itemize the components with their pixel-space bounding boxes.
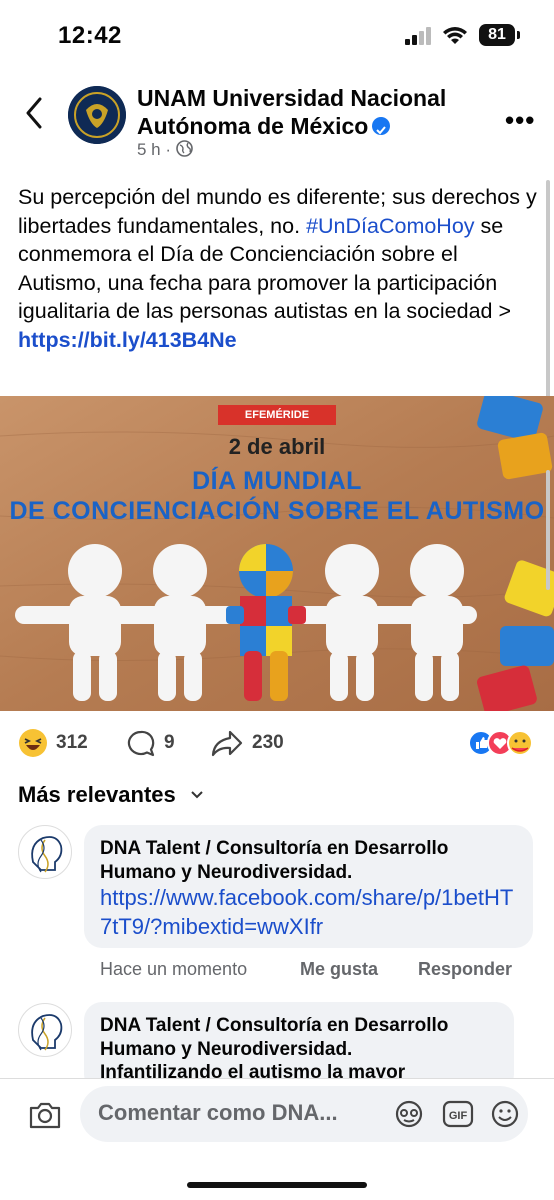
post-meta: 5 h · bbox=[137, 140, 193, 160]
reaction-summary-icons[interactable] bbox=[468, 730, 540, 756]
svg-text:GIF: GIF bbox=[449, 1110, 468, 1122]
image-headline-2: DE CONCIENCIACIÓN SOBRE EL AUTISMO bbox=[9, 497, 545, 525]
page-avatar[interactable] bbox=[68, 86, 126, 144]
share-count[interactable]: 230 bbox=[252, 732, 284, 754]
scrollbar[interactable] bbox=[546, 180, 550, 400]
image-badge: EFEMÉRIDE bbox=[218, 405, 336, 425]
dna-talent-logo-icon bbox=[31, 1014, 63, 1051]
reaction-count[interactable]: 312 bbox=[56, 732, 88, 754]
verified-badge-icon bbox=[372, 116, 391, 135]
more-options-button[interactable]: ••• bbox=[505, 105, 535, 136]
comment-link[interactable]: https://www.facebook.com/share/p/1betHT7… bbox=[100, 883, 525, 941]
comment-placeholder[interactable]: Comentar como DNA... bbox=[98, 1100, 338, 1126]
comment-avatar[interactable] bbox=[18, 825, 72, 879]
unam-logo-icon bbox=[68, 86, 126, 144]
share-icon[interactable] bbox=[210, 728, 244, 758]
haha-reaction-icon[interactable] bbox=[18, 728, 48, 758]
comment-icon[interactable] bbox=[126, 729, 156, 759]
emoji-icon[interactable] bbox=[490, 1099, 520, 1129]
camera-icon[interactable] bbox=[28, 1100, 62, 1130]
comment-count[interactable]: 9 bbox=[164, 732, 175, 754]
post-text: Su percepción del mundo es diferente; su… bbox=[18, 183, 543, 354]
sort-label: Más relevantes bbox=[18, 782, 176, 807]
battery-tip bbox=[517, 31, 520, 39]
home-indicator[interactable] bbox=[187, 1182, 367, 1188]
reply-comment-button[interactable]: Responder bbox=[418, 959, 512, 980]
comment-avatar[interactable] bbox=[18, 1003, 72, 1057]
wifi-icon bbox=[443, 27, 467, 44]
comment-author[interactable]: DNA Talent / Consultoría en Desarrollo H… bbox=[100, 837, 520, 885]
cell-signal-icon bbox=[405, 27, 431, 45]
comment-time: Hace un momento bbox=[100, 959, 248, 979]
battery-indicator: 81 bbox=[479, 24, 515, 46]
dna-talent-logo-icon bbox=[31, 836, 63, 873]
comment-author[interactable]: DNA Talent / Consultoría en Desarrollo H… bbox=[100, 1014, 510, 1062]
hashtag-link[interactable]: #UnDíaComoHoy bbox=[306, 214, 474, 238]
globe-icon bbox=[175, 140, 193, 157]
post-link[interactable]: https://bit.ly/413B4Ne bbox=[18, 328, 237, 352]
post-time: 5 h · bbox=[137, 140, 172, 159]
page-name[interactable]: UNAM Universidad Nacional Autónoma de Mé… bbox=[137, 84, 497, 140]
back-arrow-icon[interactable] bbox=[20, 95, 50, 131]
gif-icon[interactable]: GIF bbox=[442, 1099, 474, 1129]
avatar-sticker-icon[interactable] bbox=[394, 1099, 424, 1129]
comment-sort-dropdown[interactable]: Más relevantes bbox=[18, 782, 204, 808]
chevron-down-icon bbox=[191, 791, 203, 799]
reactions-row: 312 9 230 bbox=[0, 722, 554, 762]
status-time: 12:42 bbox=[58, 22, 122, 49]
image-date: 2 de abril bbox=[228, 434, 326, 459]
like-comment-button[interactable]: Me gusta bbox=[300, 959, 378, 980]
image-headline-1: DÍA MUNDIAL bbox=[192, 467, 362, 495]
